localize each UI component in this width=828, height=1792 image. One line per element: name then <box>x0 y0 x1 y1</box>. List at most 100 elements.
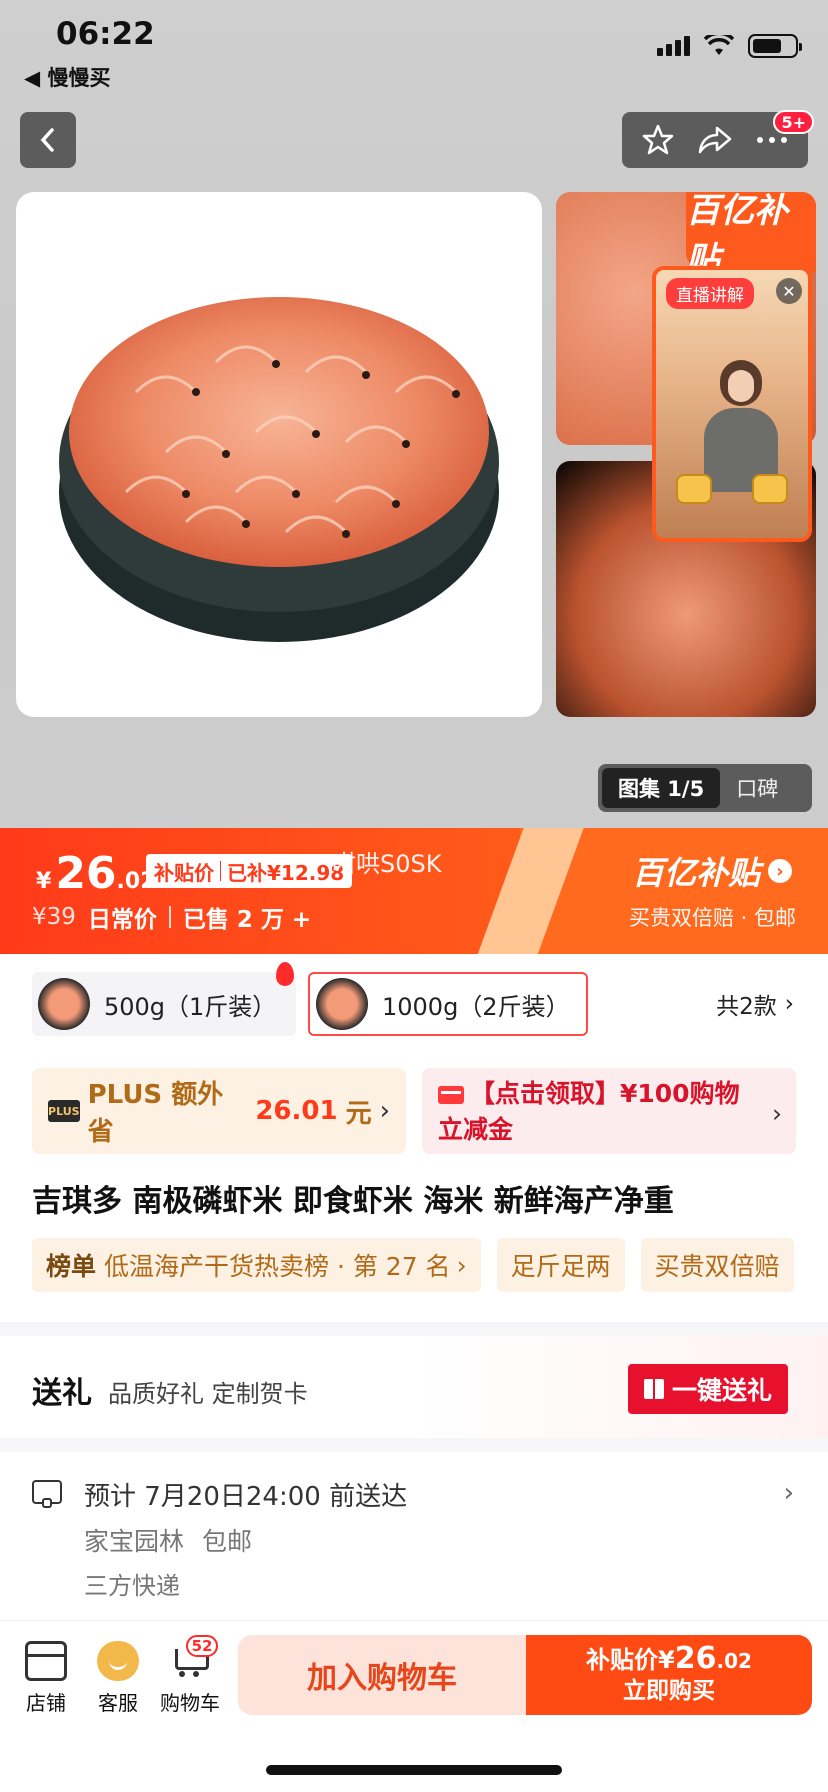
store-button[interactable]: 店铺 <box>16 1641 76 1716</box>
status-icons <box>657 34 802 58</box>
store-label: 店铺 <box>26 1691 66 1715</box>
buy-price-decimal: .02 <box>716 1649 752 1673</box>
plus-promo-text: PLUS 额外省 <box>87 1080 224 1147</box>
section-divider <box>0 1322 828 1336</box>
plus-promo-unit: 元 <box>345 1098 372 1129</box>
star-favorite-icon[interactable] <box>641 123 675 157</box>
variant-option-1000g[interactable]: 1000g（2斤装） <box>308 972 588 1036</box>
subsidy-brand-link[interactable]: 百亿补贴 › <box>632 848 792 894</box>
variant-count: 共2款 <box>716 994 777 1020</box>
variant-selector: 500g（1斤装） 1000g（2斤装） <box>0 954 828 1054</box>
home-indicator[interactable] <box>266 1765 562 1775</box>
gift-subtitle: 品质好礼 定制贺卡 <box>108 1380 308 1408</box>
tab-reviews[interactable]: 口碑 <box>720 773 794 803</box>
back-button[interactable] <box>20 112 76 168</box>
notification-badge: 5+ <box>773 110 814 134</box>
delivery-eta: 预计 7月20日24:00 前送达 <box>84 1482 408 1512</box>
price-banner: ¥ 26 .02 补贴价 已补¥12.98 咁哄S0SK ¥39 日常价 已售 … <box>0 828 828 954</box>
close-icon[interactable]: ✕ <box>776 278 802 304</box>
chevron-left-icon <box>40 128 54 152</box>
subsidy-note: 买贵双倍赔 · 包邮 <box>628 906 796 930</box>
subsidy-label: 补贴价 <box>154 860 214 885</box>
share-icon[interactable] <box>697 124 733 156</box>
delivery-carrier: 三方快递 <box>84 1572 180 1600</box>
delivery-location-row: 家宝园林 包邮 <box>84 1522 252 1558</box>
coupon-icon <box>438 1086 464 1104</box>
live-tag: 直播讲解 <box>666 278 754 309</box>
chevron-right-icon: › <box>768 859 792 883</box>
buy-price-label: 补贴价 <box>586 1646 659 1674</box>
variant-thumbnail <box>316 978 368 1030</box>
customer-service-button[interactable]: 客服 <box>88 1641 148 1716</box>
subsidy-tag: 补贴价 已补¥12.98 <box>146 854 353 888</box>
chevron-right-icon: › <box>784 991 794 1017</box>
coupon-promo-card[interactable]: 【点击领取】¥100购物立减金 › <box>422 1068 796 1154</box>
chevron-right-icon: › <box>783 1478 794 1508</box>
buy-now-button[interactable]: 补贴价¥26.02 立即购买 <box>526 1635 812 1715</box>
gift-section: 送礼 品质好礼 定制贺卡 一键送礼 <box>0 1336 828 1438</box>
cellular-signal-icon <box>657 36 690 56</box>
plus-promo-amount: 26.01 <box>255 1096 338 1126</box>
original-price: ¥39 <box>32 904 76 930</box>
gallery-switch: 图集 1/5 口碑 <box>598 764 812 812</box>
variant-label: 500g（1斤装） <box>104 992 277 1021</box>
sold-count: 已售 2 万 + <box>182 907 312 933</box>
add-to-cart-button[interactable]: 加入购物车 <box>238 1635 526 1715</box>
live-stream-window[interactable]: 直播讲解 ✕ <box>652 266 812 542</box>
subsidy-brand-text: 百亿补贴 <box>631 854 760 892</box>
product-title: 吉琪多 南极磷虾米 即食虾米 海米 新鲜海产净重 <box>32 1184 674 1219</box>
truck-icon <box>32 1480 62 1508</box>
product-gallery: 06:22 ◀ 慢慢买 5+ 百亿补贴 直播讲解 ✕ 图集 1/5 口碑 <box>0 0 828 828</box>
live-host-image <box>704 360 778 492</box>
chevron-right-icon: › <box>772 1099 782 1128</box>
main-product-image[interactable] <box>16 192 542 717</box>
more-options-icon[interactable] <box>755 135 789 145</box>
wifi-icon <box>704 35 734 55</box>
gift-title: 送礼 <box>32 1376 92 1411</box>
buy-price-integer: 26 <box>674 1641 717 1676</box>
subsidy-brand-logo: 百亿补贴 <box>686 192 816 280</box>
ranking-text: 低温海产干货热卖榜 · 第 27 名 <box>104 1252 451 1281</box>
battery-icon <box>748 34 802 58</box>
delivery-location: 家宝园林 <box>84 1527 185 1556</box>
bottom-action-bar: 店铺 客服 购物车 52 加入购物车 补贴价¥26.02 立即购买 <box>0 1620 828 1792</box>
send-gift-label: 一键送礼 <box>671 1376 772 1405</box>
delivery-info[interactable]: 预计 7月20日24:00 前送达 家宝园林 包邮 三方快递 › <box>0 1452 828 1622</box>
hot-flame-icon <box>276 962 294 986</box>
customer-service-icon <box>97 1641 139 1681</box>
section-divider <box>0 1438 828 1452</box>
variant-label: 1000g（2斤装） <box>382 992 570 1021</box>
store-icon <box>25 1641 67 1681</box>
status-time: 06:22 <box>56 16 155 52</box>
buy-price: 补贴价¥26.02 <box>586 1644 752 1676</box>
service-label: 客服 <box>98 1691 138 1715</box>
shrimp-bowl-image <box>59 297 499 642</box>
daily-price-label: 日常价 <box>87 907 157 933</box>
tab-gallery[interactable]: 图集 1/5 <box>602 768 721 808</box>
price-subline: ¥39 日常价 已售 2 万 + <box>32 900 311 934</box>
variant-option-500g[interactable]: 500g（1斤装） <box>32 962 296 1036</box>
price-guarantee-tag[interactable]: 买贵双倍赔 <box>640 1238 794 1292</box>
send-gift-button[interactable]: 一键送礼 <box>628 1364 788 1414</box>
chevron-right-icon: › <box>456 1250 467 1280</box>
currency-symbol: ¥ <box>36 869 52 894</box>
full-weight-tag[interactable]: 足斤足两 <box>496 1238 625 1292</box>
variant-count-link[interactable]: 共2款 › <box>716 954 794 1054</box>
plus-promo-card[interactable]: PLUS PLUS 额外省 26.01 元 › <box>32 1068 406 1154</box>
subsidy-saved: 已补¥12.98 <box>227 860 345 885</box>
ranking-tag[interactable]: 榜单 低温海产干货热卖榜 · 第 27 名 › <box>32 1238 481 1292</box>
variant-thumbnail <box>38 978 90 1030</box>
gift-icon <box>643 1379 664 1399</box>
current-price: ¥ 26 .02 <box>36 848 156 899</box>
cart-label: 购物车 <box>160 1691 220 1715</box>
back-to-app-link[interactable]: ◀ 慢慢买 <box>24 62 110 92</box>
ranking-label: 榜单 <box>46 1252 97 1281</box>
cart-count-badge: 52 <box>186 1635 218 1657</box>
overlay-code: 咁哄S0SK <box>332 850 442 878</box>
coupon-text: 【点击领取】¥100购物立减金 <box>438 1079 740 1144</box>
buy-now-label: 立即购买 <box>623 1678 715 1704</box>
product-tags: 榜单 低温海产干货热卖榜 · 第 27 名 › 足斤足两 买贵双倍赔 <box>32 1238 794 1292</box>
live-badges <box>656 474 808 504</box>
shipping-fee: 包邮 <box>202 1527 253 1556</box>
price-integer: 26 <box>55 848 117 899</box>
